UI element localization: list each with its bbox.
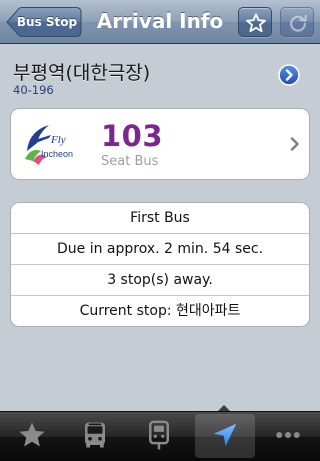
bus-order-row: First Bus bbox=[11, 203, 309, 234]
tab-bar bbox=[0, 411, 320, 461]
refresh-icon bbox=[290, 14, 307, 32]
back-button-label: Bus Stop bbox=[16, 15, 78, 29]
tab-favorites[interactable] bbox=[2, 414, 62, 458]
route-card[interactable]: Fly Incheon 103 Seat Bus bbox=[10, 108, 310, 180]
location-arrow-icon bbox=[213, 423, 237, 447]
svg-text:Fly: Fly bbox=[50, 134, 66, 146]
back-button[interactable]: Bus Stop bbox=[6, 7, 82, 37]
favorite-button[interactable] bbox=[238, 7, 272, 37]
navigation-bar: Bus Stop Arrival Info bbox=[0, 0, 320, 44]
stop-detail-button[interactable] bbox=[278, 64, 300, 86]
current-stop-row: Current stop: 현대아파트 bbox=[79, 303, 241, 319]
route-number: 103 bbox=[101, 119, 164, 153]
star-icon bbox=[19, 422, 45, 447]
bus-icon bbox=[85, 422, 105, 448]
fly-incheon-logo: Fly Incheon bbox=[21, 121, 93, 167]
stop-code: 40-196 bbox=[13, 83, 54, 97]
bus-stop-icon bbox=[149, 420, 169, 450]
more-icon bbox=[276, 432, 300, 438]
refresh-button[interactable] bbox=[280, 7, 314, 37]
svg-text:Incheon: Incheon bbox=[41, 149, 73, 159]
arrival-info-table: First Bus Due in approx. 2 min. 54 sec. … bbox=[10, 202, 310, 327]
tab-bus-stop[interactable] bbox=[129, 414, 189, 458]
tab-bus[interactable] bbox=[65, 414, 125, 458]
tab-nearby[interactable] bbox=[195, 414, 255, 458]
stop-name: 부평역(대한극장) bbox=[13, 62, 151, 84]
route-type: Seat Bus bbox=[101, 154, 159, 169]
star-icon bbox=[246, 13, 266, 33]
chevron-right-icon bbox=[290, 137, 299, 151]
chevron-right-circle-icon bbox=[278, 64, 300, 86]
tab-more[interactable] bbox=[258, 414, 318, 458]
stops-away-row: 3 stop(s) away. bbox=[11, 265, 309, 296]
arrival-time-row: Due in approx. 2 min. 54 sec. bbox=[11, 234, 309, 265]
page-title: Arrival Info bbox=[96, 9, 224, 33]
